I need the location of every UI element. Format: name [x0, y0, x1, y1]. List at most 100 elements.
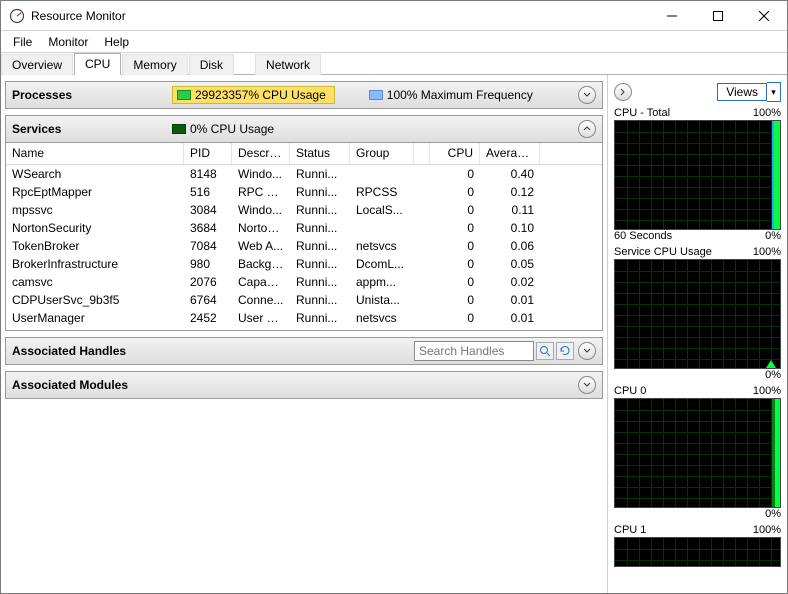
graph-canvas [614, 537, 781, 567]
cell-status: Runni... [290, 185, 350, 199]
processes-panel-header[interactable]: Processes 29923357% CPU Usage 100% Maxim… [5, 81, 603, 109]
processes-expand-button[interactable] [578, 86, 596, 104]
chevron-down-icon [583, 91, 591, 99]
services-label: Services [12, 122, 172, 136]
cell-description: Windo... [232, 167, 290, 181]
graph-block: CPU 1 100% [614, 524, 781, 567]
maximize-button[interactable] [695, 1, 741, 31]
cell-average: 0.12 [480, 185, 540, 199]
col-pid[interactable]: PID [184, 143, 232, 164]
services-table-body[interactable]: WSearch8148Windo...Runni...00.40RpcEptMa… [6, 165, 602, 330]
right-pane-collapse-button[interactable] [614, 83, 632, 101]
green-swatch-icon [177, 90, 191, 100]
services-table-header: Name PID Descrip... Status Group CPU Ave… [6, 143, 602, 165]
modules-panel-header[interactable]: Associated Modules [5, 371, 603, 399]
cell-cpu: 0 [430, 311, 480, 325]
chevron-up-icon [583, 125, 591, 133]
table-row[interactable]: BrokerInfrastructure980Backgr...Runni...… [6, 255, 602, 273]
table-row[interactable]: WSearch8148Windo...Runni...00.40 [6, 165, 602, 183]
table-row[interactable]: camsvc2076Capabi...Runni...appm...00.02 [6, 273, 602, 291]
graph-top-label: 100% [753, 524, 781, 536]
cell-status: Runni... [290, 239, 350, 253]
services-collapse-button[interactable] [578, 120, 596, 138]
cell-description: Backgr... [232, 257, 290, 271]
graph-top-label: 100% [753, 385, 781, 397]
graph-title: Service CPU Usage [614, 246, 712, 258]
cell-cpu: 0 [430, 203, 480, 217]
processes-label: Processes [12, 88, 172, 102]
cell-pid: 516 [184, 185, 232, 199]
tab-memory[interactable]: Memory [122, 54, 187, 75]
col-name[interactable]: Name [6, 143, 184, 164]
tab-overview[interactable]: Overview [1, 54, 73, 75]
content-area: Processes 29923357% CPU Usage 100% Maxim… [1, 75, 787, 593]
cell-description: Capabi... [232, 275, 290, 289]
refresh-button[interactable] [556, 342, 574, 360]
cell-status: Runni... [290, 311, 350, 325]
menu-help[interactable]: Help [96, 33, 137, 51]
chevron-down-icon [583, 347, 591, 355]
tab-cpu[interactable]: CPU [74, 53, 121, 75]
graph-title: CPU - Total [614, 107, 670, 119]
services-panel-header[interactable]: Services 0% CPU Usage [5, 115, 603, 143]
table-row[interactable]: NortonSecurity3684Norton...Runni...00.10 [6, 219, 602, 237]
graph-title: CPU 0 [614, 385, 646, 397]
col-cpu[interactable]: CPU [430, 143, 480, 164]
cell-name: RpcEptMapper [6, 185, 184, 199]
tab-strip: Overview CPU Memory Disk Network [1, 53, 787, 75]
search-icon [539, 345, 551, 357]
cell-cpu: 0 [430, 167, 480, 181]
handles-expand-button[interactable] [578, 342, 596, 360]
close-button[interactable] [741, 1, 787, 31]
services-cpu-stat: 0% CPU Usage [172, 122, 274, 136]
table-row[interactable]: RpcEptMapper516RPC En...Runni...RPCSS00.… [6, 183, 602, 201]
cell-cpu: 0 [430, 275, 480, 289]
cell-pid: 3684 [184, 221, 232, 235]
handles-label: Associated Handles [12, 344, 126, 358]
graph-canvas [614, 398, 781, 508]
cell-pid: 2452 [184, 311, 232, 325]
col-status[interactable]: Status [290, 143, 350, 164]
graph-title: CPU 1 [614, 524, 646, 536]
cell-cpu: 0 [430, 221, 480, 235]
tab-disk[interactable]: Disk [189, 54, 234, 75]
table-row[interactable]: CDPUserSvc_9b3f56764Conne...Runni...Unis… [6, 291, 602, 309]
cell-group: appm... [350, 275, 414, 289]
chevron-right-icon [619, 88, 627, 96]
views-button[interactable]: Views [717, 83, 767, 101]
cell-group: Unista... [350, 293, 414, 307]
graph-top-label: 100% [753, 246, 781, 258]
cell-name: mpssvc [6, 203, 184, 217]
menu-file[interactable]: File [5, 33, 40, 51]
cell-group: netsvcs [350, 239, 414, 253]
modules-expand-button[interactable] [578, 376, 596, 394]
graph-block: Service CPU Usage100%0% [614, 246, 781, 381]
resource-monitor-window: Resource Monitor File Monitor Help Overv… [0, 0, 788, 594]
col-description[interactable]: Descrip... [232, 143, 290, 164]
search-button[interactable] [536, 342, 554, 360]
cell-name: CDPUserSvc_9b3f5 [6, 293, 184, 307]
left-pane: Processes 29923357% CPU Usage 100% Maxim… [1, 75, 607, 593]
cell-status: Runni... [290, 167, 350, 181]
graph-canvas [614, 120, 781, 230]
graphs-container: CPU - Total100%60 Seconds0%Service CPU U… [614, 107, 781, 571]
cell-name: UserManager [6, 311, 184, 325]
col-average[interactable]: Averag... [480, 143, 540, 164]
table-row[interactable]: UserManager2452User M...Runni...netsvcs0… [6, 309, 602, 327]
cell-status: Runni... [290, 257, 350, 271]
menu-monitor[interactable]: Monitor [40, 33, 96, 51]
cell-status: Runni... [290, 275, 350, 289]
cell-cpu: 0 [430, 293, 480, 307]
tab-network[interactable]: Network [255, 54, 321, 75]
col-group[interactable]: Group [350, 143, 414, 164]
views-dropdown-button[interactable]: ▾ [767, 82, 781, 102]
table-row[interactable]: mpssvc3084Windo...Runni...LocalS...00.11 [6, 201, 602, 219]
table-row[interactable]: TokenBroker7084Web A...Runni...netsvcs00… [6, 237, 602, 255]
cell-average: 0.10 [480, 221, 540, 235]
minimize-button[interactable] [649, 1, 695, 31]
search-handles-input[interactable] [414, 341, 534, 361]
refresh-icon [559, 345, 571, 357]
cell-status: Runni... [290, 293, 350, 307]
cell-name: WSearch [6, 167, 184, 181]
handles-panel-header[interactable]: Associated Handles [5, 337, 603, 365]
